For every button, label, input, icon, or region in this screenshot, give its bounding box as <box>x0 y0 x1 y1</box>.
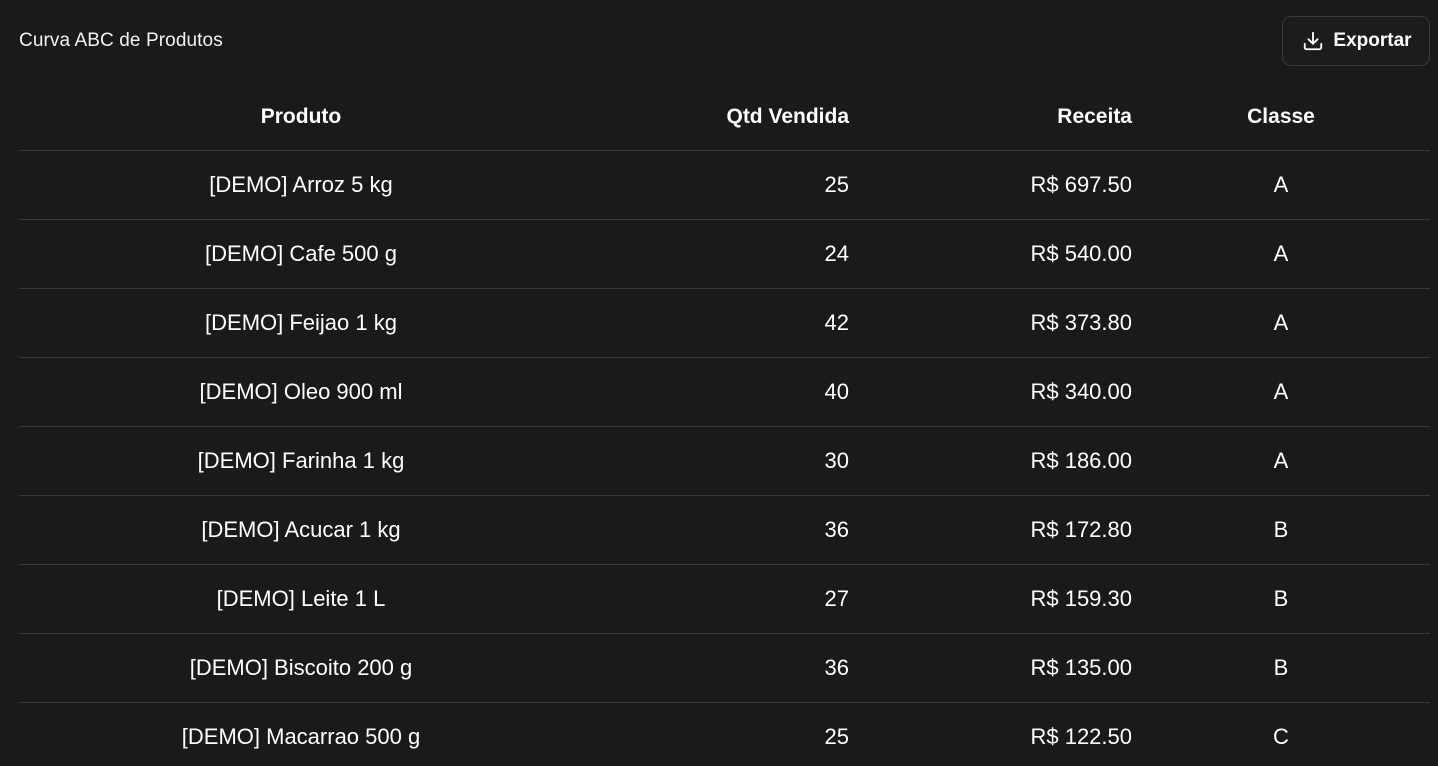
cell-qtd-vendida: 25 <box>583 150 849 220</box>
cell-produto: [DEMO] Oleo 900 ml <box>19 357 583 427</box>
column-header-receita[interactable]: Receita <box>849 84 1132 151</box>
cell-produto: [DEMO] Macarrao 500 g <box>181 724 421 749</box>
panel-title: Curva ABC de Produtos <box>19 30 223 51</box>
table-header-row: Produto Qtd Vendida Receita Classe <box>19 84 1430 151</box>
table-row[interactable]: [DEMO] Arroz 5 kg 25 R$ 697.50 A <box>19 150 1430 220</box>
cell-produto: [DEMO] Leite 1 L <box>19 564 583 634</box>
panel-header: Curva ABC de Produtos Exportar <box>0 0 1438 84</box>
cell-receita: R$ 186.00 <box>849 426 1132 496</box>
cell-receita: R$ 172.80 <box>849 495 1132 565</box>
table-row[interactable]: [DEMO] Biscoito 200 g 36 R$ 135.00 B <box>19 633 1430 703</box>
cell-classe: A <box>1132 219 1430 289</box>
export-button[interactable]: Exportar <box>1282 16 1430 66</box>
cell-produto: [DEMO] Cafe 500 g <box>19 219 583 289</box>
abc-curve-panel: Curva ABC de Produtos Exportar Produto Q… <box>0 0 1438 766</box>
cell-receita: R$ 540.00 <box>849 219 1132 289</box>
cell-classe: B <box>1132 495 1430 565</box>
cell-receita: R$ 135.00 <box>849 633 1132 703</box>
cell-produto: [DEMO] Biscoito 200 g <box>19 633 583 703</box>
cell-produto: [DEMO] Feijao 1 kg <box>19 288 583 358</box>
column-header-classe[interactable]: Classe <box>1132 84 1430 151</box>
cell-receita: R$ 697.50 <box>849 150 1132 220</box>
cell-produto: [DEMO] Acucar 1 kg <box>19 495 583 565</box>
table-row[interactable]: [DEMO] Leite 1 L 27 R$ 159.30 B <box>19 564 1430 634</box>
table-row[interactable]: [DEMO] Cafe 500 g 24 R$ 540.00 A <box>19 219 1430 289</box>
cell-produto: [DEMO] Farinha 1 kg <box>19 426 583 496</box>
cell-qtd-vendida: 36 <box>583 633 849 703</box>
cell-classe: C <box>1273 724 1289 749</box>
table-row[interactable]: [DEMO] Oleo 900 ml 40 R$ 340.00 A <box>19 357 1430 427</box>
cell-receita: R$ 373.80 <box>849 288 1132 358</box>
cell-receita: R$ 159.30 <box>849 564 1132 634</box>
cell-receita: R$ 340.00 <box>849 357 1132 427</box>
cell-classe: A <box>1132 288 1430 358</box>
abc-products-table: Produto Qtd Vendida Receita Classe [DEMO… <box>19 84 1430 766</box>
cell-qtd-vendida: 40 <box>583 357 849 427</box>
column-header-produto[interactable]: Produto <box>19 84 583 151</box>
table-row[interactable]: [DEMO] Acucar 1 kg 36 R$ 172.80 B <box>19 495 1430 565</box>
cell-qtd-vendida: 24 <box>583 219 849 289</box>
export-button-label: Exportar <box>1333 30 1412 51</box>
table-row[interactable]: [DEMO] Feijao 1 kg 42 R$ 373.80 A <box>19 288 1430 358</box>
cell-qtd-vendida: 27 <box>583 564 849 634</box>
cell-classe: B <box>1132 564 1430 634</box>
download-icon <box>1302 30 1324 52</box>
cell-classe: B <box>1132 633 1430 703</box>
column-header-qtd-vendida[interactable]: Qtd Vendida <box>583 84 849 151</box>
cell-qtd-vendida: 25 <box>824 724 849 749</box>
cell-qtd-vendida: 42 <box>583 288 849 358</box>
cell-classe: A <box>1132 357 1430 427</box>
cell-receita: R$ 122.50 <box>1030 724 1132 749</box>
cell-qtd-vendida: 30 <box>583 426 849 496</box>
cell-classe: A <box>1132 150 1430 220</box>
cell-classe: A <box>1132 426 1430 496</box>
cell-produto: [DEMO] Arroz 5 kg <box>19 150 583 220</box>
table-row[interactable]: [DEMO] Macarrao 500 g 25 R$ 122.50 C <box>19 703 1430 766</box>
cell-qtd-vendida: 36 <box>583 495 849 565</box>
table-row[interactable]: [DEMO] Farinha 1 kg 30 R$ 186.00 A <box>19 426 1430 496</box>
